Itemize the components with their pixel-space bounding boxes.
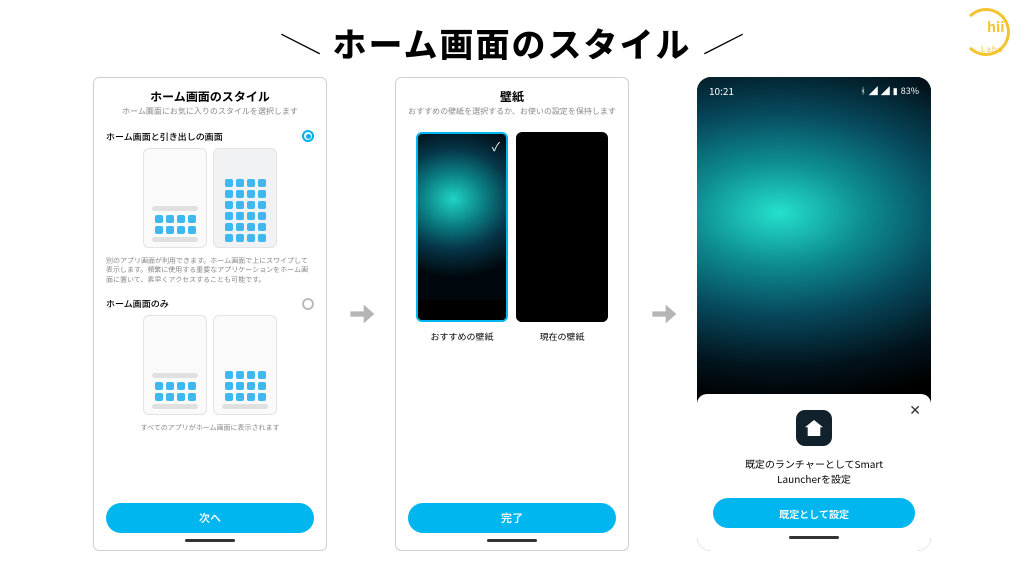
screen2-subtitle: おすすめの壁紙を選択するか、お使いの設定を保持します xyxy=(408,107,616,118)
option1-label: ホーム画面と引き出しの画面 xyxy=(106,130,223,143)
screen-home-style: ホーム画面のスタイル ホーム画面にお気に入りのスタイルを選択します ホーム画面と… xyxy=(93,77,327,551)
default-launcher-dialog: ✕ 既定のランチャーとしてSmart Launcherを設定 既定として設定 xyxy=(697,394,931,551)
battery-text: 83% xyxy=(901,84,919,97)
preview-drawer xyxy=(213,148,277,248)
option2-preview xyxy=(106,315,314,415)
wallpaper-current[interactable] xyxy=(516,132,608,322)
radio-selected-icon xyxy=(302,130,314,142)
radio-unselected-icon xyxy=(302,298,314,310)
dialog-text: 既定のランチャーとしてSmart Launcherを設定 xyxy=(713,456,915,486)
option2-desc: すべてのアプリがホーム画面に表示されます xyxy=(106,424,314,433)
option2-label: ホーム画面のみ xyxy=(106,297,169,310)
next-button[interactable]: 次へ xyxy=(106,503,314,533)
arrow-right-icon xyxy=(645,296,681,332)
close-icon[interactable]: ✕ xyxy=(909,400,921,420)
battery-icon: ▮ xyxy=(893,84,898,97)
screen1-title: ホーム画面のスタイル xyxy=(106,88,314,105)
wall2-label: 現在の壁紙 xyxy=(516,330,608,343)
wallpaper-recommended[interactable]: ✓ xyxy=(416,132,508,322)
decor-slash-right: ／ xyxy=(700,14,747,71)
launcher-app-icon xyxy=(796,410,832,446)
page-title: ホーム画面のスタイル xyxy=(333,18,692,67)
option-home-only[interactable]: ホーム画面のみ xyxy=(106,297,314,310)
status-icons: ᚼ ◢ ◢ ▮ 83% xyxy=(860,84,919,97)
screen1-subtitle: ホーム画面にお気に入りのスタイルを選択します xyxy=(106,107,314,118)
decor-slash-left: ＼ xyxy=(276,14,323,71)
done-button[interactable]: 完了 xyxy=(408,503,616,533)
option1-desc: 別のアプリ画面が利用できます。ホーム画面で上にスワイプして表示します。頻繁に使用… xyxy=(106,257,314,285)
home-indicator xyxy=(789,536,839,539)
status-time: 10:21 xyxy=(709,83,734,98)
screen-wallpaper: 壁紙 おすすめの壁紙を選択するか、お使いの設定を保持します ✓ おすすめの壁紙 … xyxy=(395,77,629,551)
arrow-right-icon xyxy=(343,296,379,332)
bluetooth-icon: ᚼ xyxy=(860,84,865,97)
signal-icon: ◢ xyxy=(881,84,890,97)
home-icon xyxy=(805,420,823,436)
screen2-title: 壁紙 xyxy=(408,88,616,105)
option1-preview xyxy=(106,148,314,248)
home-indicator xyxy=(487,539,537,542)
preview-home-only-2 xyxy=(213,315,277,415)
screen-default-launcher: 10:21 ᚼ ◢ ◢ ▮ 83% ✕ 既定のランチャーとしてSmart Lau… xyxy=(697,77,931,551)
preview-home-only-1 xyxy=(143,315,207,415)
home-indicator xyxy=(185,539,235,542)
set-default-button[interactable]: 既定として設定 xyxy=(713,498,915,528)
option-home-and-drawer[interactable]: ホーム画面と引き出しの画面 xyxy=(106,130,314,143)
wall1-label: おすすめの壁紙 xyxy=(416,330,508,343)
preview-home xyxy=(143,148,207,248)
check-icon: ✓ xyxy=(492,138,500,155)
wifi-icon: ◢ xyxy=(869,84,878,97)
